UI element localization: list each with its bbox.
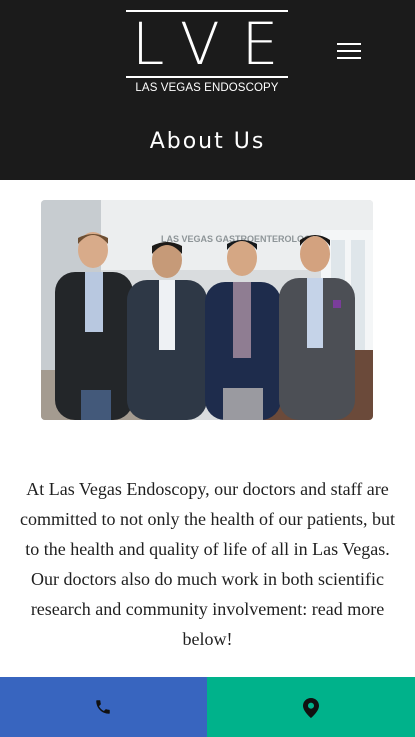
site-logo[interactable]: LVE LAS VEGAS ENDOSCOPY	[126, 10, 288, 96]
site-header: LVE LAS VEGAS ENDOSCOPY About Us	[0, 0, 415, 180]
logo-subtitle: LAS VEGAS ENDOSCOPY	[135, 82, 279, 94]
hamburger-menu-icon[interactable]	[333, 38, 365, 64]
menu-bar-bottom	[337, 57, 361, 59]
location-button[interactable]	[207, 677, 415, 737]
call-button[interactable]	[0, 677, 207, 737]
intro-paragraph: At Las Vegas Endoscopy, our doctors and …	[20, 479, 395, 649]
map-pin-icon	[303, 698, 319, 718]
phone-icon	[96, 700, 110, 714]
page-title: About Us	[149, 129, 266, 154]
logo-rule-bottom	[126, 76, 288, 78]
bottom-action-bar	[0, 677, 415, 737]
menu-bar-top	[337, 43, 361, 45]
menu-bar-middle	[337, 50, 361, 52]
team-photo: LAS VEGAS GASTROENTEROLOGY	[41, 200, 373, 420]
logo-letters: LVE	[132, 10, 301, 78]
